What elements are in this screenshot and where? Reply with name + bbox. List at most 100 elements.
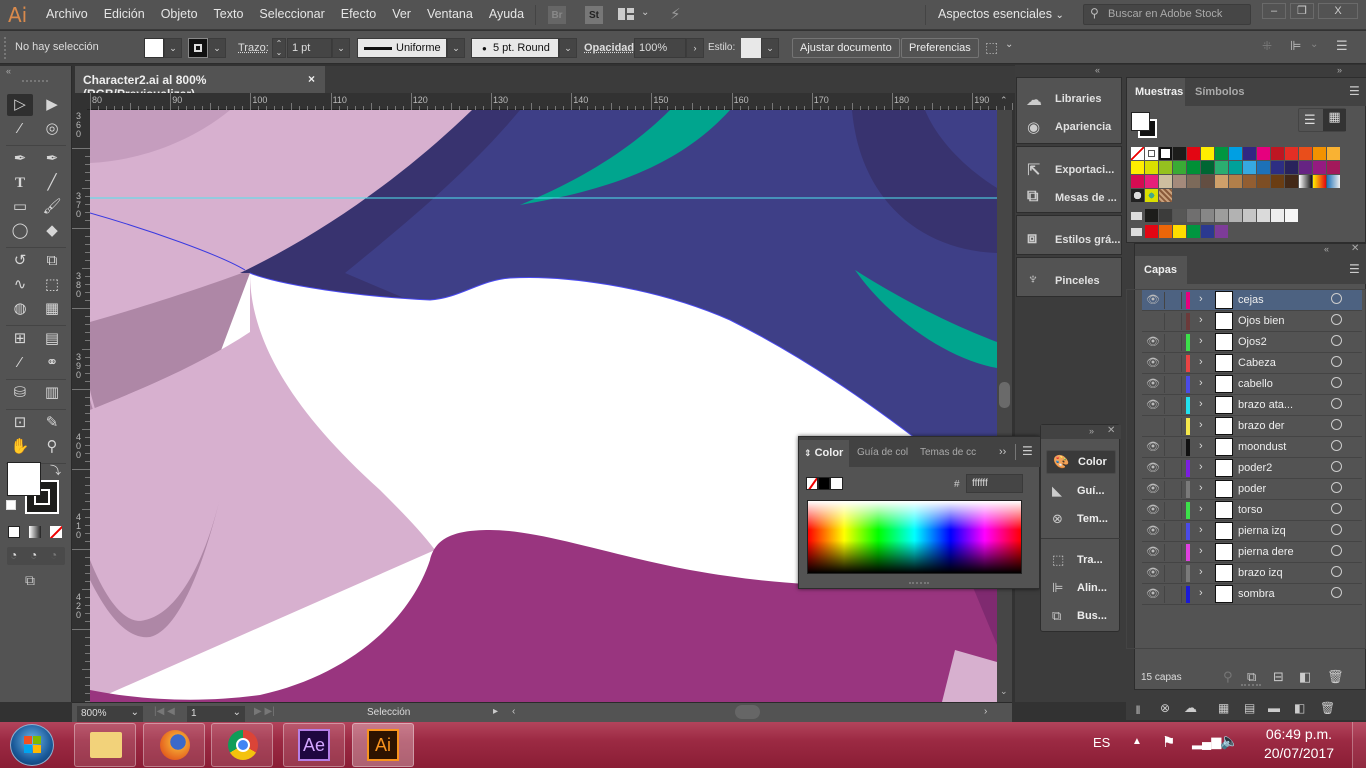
perspective-grid-tool[interactable]: ▦ (39, 298, 65, 320)
menu-seleccionar[interactable]: Seleccionar (259, 7, 324, 21)
layer-row[interactable]: 👁 › pierna izq (1142, 521, 1362, 542)
action-center-flag-icon[interactable]: ⚑ (1162, 733, 1175, 751)
expand-layer-icon[interactable]: › (1199, 482, 1203, 494)
new-layer-icon[interactable]: ◧ (1299, 669, 1311, 685)
swatch[interactable] (1271, 147, 1284, 160)
horizontal-scroll-thumb[interactable] (735, 705, 760, 719)
expand-layer-icon[interactable]: › (1199, 398, 1203, 410)
target-circle-icon[interactable] (1331, 503, 1342, 514)
lock-toggle[interactable] (1164, 292, 1182, 309)
swatch[interactable] (1173, 147, 1186, 160)
horizontal-ruler[interactable]: 80 90 100 110 120 130 140 150 160 170 180 190 (87, 93, 1046, 110)
swatch[interactable] (1299, 175, 1312, 188)
swatch[interactable] (1159, 161, 1172, 174)
layer-row[interactable]: 👁 › torso (1142, 500, 1362, 521)
layer-name[interactable]: pierna dere (1238, 546, 1294, 558)
vertical-ruler[interactable]: 360 370 380 390 400 410 420 (72, 110, 90, 703)
swatch[interactable] (1159, 175, 1172, 188)
expand-dock-icon[interactable]: » (1337, 65, 1342, 75)
swatch[interactable] (1173, 209, 1186, 222)
lock-toggle[interactable] (1164, 376, 1182, 393)
collapse-icon[interactable]: « (6, 66, 11, 76)
swatch[interactable] (1187, 225, 1200, 238)
menu-efecto[interactable]: Efecto (341, 7, 376, 21)
chevron-down-icon[interactable]: ⌄ (641, 7, 649, 18)
new-swatch-icon[interactable]: ◧ (1294, 701, 1305, 715)
shaper-tool[interactable]: ◯ (7, 220, 33, 242)
target-circle-icon[interactable] (1331, 461, 1342, 472)
color-group-folder-icon[interactable] (1131, 228, 1142, 236)
lock-toggle[interactable] (1164, 313, 1182, 330)
visibility-eye-icon[interactable]: 👁 (1146, 545, 1162, 558)
target-circle-icon[interactable] (1331, 545, 1342, 556)
arrange-documents-icon[interactable] (618, 8, 634, 20)
expand-layer-icon[interactable]: › (1199, 566, 1203, 578)
fill-color-swatch[interactable] (7, 462, 41, 496)
draw-behind-icon[interactable]: ◔ (30, 548, 37, 562)
opacity-label[interactable]: Opacidad: (584, 42, 638, 62)
clock[interactable]: 06:49 p.m. 20/07/2017 (1262, 726, 1336, 761)
swatch[interactable] (1201, 225, 1214, 238)
swatch[interactable] (1145, 209, 1158, 222)
swatch[interactable] (1201, 175, 1214, 188)
visibility-eye-icon[interactable]: 👁 (1146, 503, 1162, 516)
export-panel-button[interactable]: ⇱ Exportaci... (1017, 162, 1121, 179)
layer-name[interactable]: torso (1238, 504, 1262, 516)
swatch[interactable] (1229, 175, 1242, 188)
scroll-right-icon[interactable]: › (984, 706, 987, 717)
layer-row[interactable]: 👁 › poder (1142, 479, 1362, 500)
new-sublayer-icon[interactable]: ⊟ (1273, 669, 1284, 685)
expand-layer-icon[interactable]: › (1199, 524, 1203, 536)
swatch[interactable] (1257, 161, 1270, 174)
layer-row[interactable]: 👁 › moondust (1142, 437, 1362, 458)
menu-edicion[interactable]: Edición (104, 7, 145, 21)
fill-swatch[interactable] (144, 38, 164, 58)
swatch[interactable] (1131, 175, 1144, 188)
stock-search-input[interactable]: ⚲ Buscar en Adobe Stock (1083, 4, 1251, 25)
rectangle-tool[interactable]: ▭ (7, 196, 33, 218)
dock-align-button[interactable]: ⊫ Alin... (1046, 577, 1116, 601)
artboard-tool[interactable]: ⊡ (7, 412, 33, 434)
style-swatch[interactable] (741, 38, 761, 58)
swatch[interactable] (1215, 225, 1228, 238)
swatch[interactable] (1229, 209, 1242, 222)
color-group-folder-icon[interactable] (1131, 212, 1142, 220)
symbol-sprayer-tool[interactable]: ⛁ (7, 382, 33, 404)
lock-toggle[interactable] (1164, 460, 1182, 477)
target-circle-icon[interactable] (1331, 419, 1342, 430)
taskbar-chrome[interactable] (211, 723, 273, 767)
tab-simbolos[interactable]: Símbolos (1187, 78, 1251, 106)
color-mode-button[interactable] (8, 526, 20, 538)
close-panel-icon[interactable]: ✕ (1351, 243, 1359, 254)
layer-name[interactable]: Cabeza (1238, 357, 1276, 369)
network-signal-icon[interactable]: ▂▄▆ (1192, 734, 1221, 750)
expand-layer-icon[interactable]: › (1199, 335, 1203, 347)
expand-layer-icon[interactable]: › (1199, 356, 1203, 368)
magic-wand-tool[interactable]: ⁄ (7, 118, 33, 140)
menu-archivo[interactable]: Archivo (46, 7, 88, 21)
layer-name[interactable]: poder2 (1238, 462, 1272, 474)
target-circle-icon[interactable] (1331, 524, 1342, 535)
target-circle-icon[interactable] (1331, 587, 1342, 598)
column-graph-tool[interactable]: ▥ (39, 382, 65, 404)
visibility-eye-icon[interactable]: 👁 (1146, 398, 1162, 411)
type-tool[interactable]: T (7, 172, 33, 194)
close-dock-icon[interactable]: ✕ (1107, 425, 1115, 436)
cloud-icon[interactable]: ☁ (1184, 700, 1197, 716)
target-circle-icon[interactable] (1331, 377, 1342, 388)
lock-toggle[interactable] (1164, 418, 1182, 435)
visibility-eye-icon[interactable]: 👁 (1146, 482, 1162, 495)
scroll-up-icon[interactable]: ⌃ (1000, 95, 1008, 106)
swatch[interactable] (1145, 147, 1158, 160)
lock-toggle[interactable] (1164, 355, 1182, 372)
menu-objeto[interactable]: Objeto (161, 7, 198, 21)
visibility-eye-icon[interactable]: 👁 (1146, 377, 1162, 390)
scale-tool[interactable]: ⧉ (39, 250, 65, 272)
taskbar-after-effects[interactable]: Ae (283, 723, 345, 767)
swatch[interactable] (1201, 147, 1214, 160)
mesh-tool[interactable]: ⊞ (7, 328, 33, 350)
menu-ayuda[interactable]: Ayuda (489, 7, 524, 21)
panel-menu-icon[interactable]: ☰ (1349, 262, 1360, 276)
swatch[interactable] (1271, 175, 1284, 188)
line-tool[interactable]: ╱ (39, 172, 65, 194)
